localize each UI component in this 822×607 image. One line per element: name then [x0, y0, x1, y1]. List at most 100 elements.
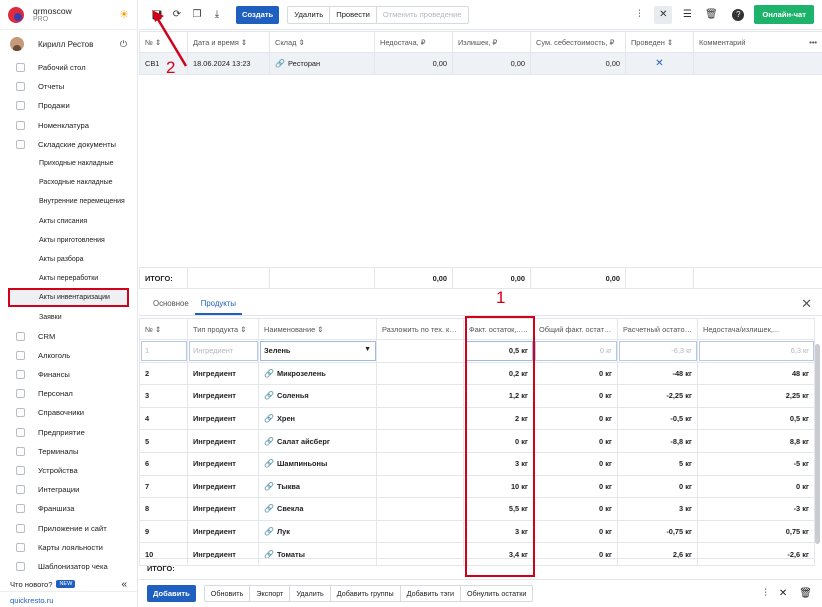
column-header[interactable]: Сум. себестоимость, ₽ [530, 31, 626, 53]
sidebar-item[interactable]: Номенклатура [0, 116, 137, 135]
column-header[interactable]: Общий факт. остаток... [533, 318, 618, 340]
sun-icon[interactable]: ☀ [119, 8, 129, 21]
chevron-down-icon[interactable]: ▼ [364, 346, 371, 353]
copy-icon[interactable]: ❐ [188, 6, 206, 24]
site-link[interactable]: quickresto.ru [0, 591, 137, 607]
sidebar-subitem[interactable]: Акты списания [0, 212, 137, 231]
sidebar-item[interactable]: Шаблонизатор чека [0, 557, 137, 576]
column-header[interactable]: Недостача/излишек,... [697, 318, 815, 340]
table-row[interactable]: СВ1 18.06.2024 13:23 🔗 Ресторан 0,00 0,00… [139, 52, 822, 75]
unpost-button[interactable]: Отменить проведение [377, 7, 468, 23]
product-name[interactable]: 🔗 Соленья [258, 384, 377, 408]
sidebar-item[interactable]: Финансы [0, 365, 137, 384]
sidebar-subitem[interactable]: Акты приготовления [0, 231, 137, 250]
close-icon[interactable]: ✕ [801, 296, 812, 312]
product-type: Ингредиент [187, 474, 259, 499]
create-button[interactable]: Создать [236, 5, 280, 24]
menu-icon [16, 408, 25, 418]
online-chat-button[interactable]: Онлайн-чат [754, 5, 814, 24]
column-header[interactable]: Проведен ⇕ [625, 31, 694, 53]
brand[interactable]: qrmoscow PRO ☀ [0, 0, 137, 30]
column-header[interactable]: Недостача, ₽ [374, 31, 453, 53]
sidebar-subitem[interactable]: Внутренние перемещения [0, 192, 137, 211]
sidebar-item[interactable]: Продажи [0, 96, 137, 115]
column-header[interactable]: Склад ⇕ [269, 31, 375, 53]
more-icon[interactable]: ••• [809, 38, 817, 47]
sidebar-item[interactable]: Отчеты [0, 77, 137, 96]
tab-products[interactable]: Продукты [194, 299, 242, 315]
column-header[interactable]: Расчетный остаток... [617, 318, 698, 340]
sidebar-item[interactable]: Приложение и сайт [0, 519, 137, 538]
product-name[interactable]: 🔗 Шампиньоны [258, 451, 377, 476]
filter-icon[interactable]: ⫶ [630, 6, 648, 24]
product-total-fact: 0 кг [533, 361, 618, 386]
sidebar-item[interactable]: Персонал [0, 384, 137, 403]
sidebar-subitem[interactable]: Акты инвентаризации [8, 288, 129, 308]
sidebar-item[interactable]: Рабочий стол [0, 58, 137, 77]
add-groups-button[interactable]: Добавить группы [331, 586, 401, 601]
product-name[interactable]: 🔗 Свекла [258, 497, 377, 521]
product-calc: -8,8 кг [617, 429, 698, 453]
sidebar-item[interactable]: Справочники [0, 403, 137, 422]
whats-new[interactable]: Что нового? NEW « [0, 577, 137, 591]
column-header[interactable]: Излишек, ₽ [452, 31, 531, 53]
product-name[interactable]: 🔗 Лук [258, 519, 377, 544]
product-number[interactable]: 1 [139, 339, 188, 363]
product-name[interactable]: 🔗 Хрен [258, 406, 377, 431]
tag-icon [16, 120, 25, 130]
trash-icon[interactable]: 🗑 [702, 6, 720, 24]
delete-button[interactable]: Удалить [288, 6, 331, 23]
totals-label: ИТОГО: [139, 267, 188, 289]
product-name[interactable]: 🔗 Салат айсберг [258, 429, 377, 453]
user-profile[interactable]: Кирилл Рестов ⏻ [0, 30, 137, 58]
product-type: Ингредиент [187, 361, 259, 386]
column-header[interactable]: Наименование ⇕ [258, 318, 377, 340]
column-header[interactable]: № ⇕ [139, 318, 188, 340]
tab-main[interactable]: Основное [147, 299, 195, 315]
sidebar-subitem[interactable]: Акты разбора [0, 250, 137, 269]
column-header[interactable]: Тип продукта ⇕ [187, 318, 259, 340]
sidebar-item[interactable]: Интеграции [0, 480, 137, 499]
add-tags-button[interactable]: Добавить тэги [401, 586, 461, 601]
post-button[interactable]: Провести [330, 6, 377, 23]
sidebar-subitem[interactable]: Акты переработки [0, 269, 137, 288]
product-total-fact: 0 кг [533, 429, 618, 453]
column-header[interactable]: Комментарий ••• [693, 31, 822, 53]
download-icon[interactable]: ⤓ [208, 6, 226, 24]
tools-icon[interactable]: ✕ [779, 588, 787, 599]
sidebar-subitem[interactable]: Расходные накладные [0, 173, 137, 192]
sidebar-subitem[interactable]: Приходные накладные [0, 154, 137, 173]
sidebar-item[interactable]: Франшиза [0, 499, 137, 518]
column-header[interactable]: Дата и время ⇕ [187, 31, 270, 53]
product-name-select[interactable]: Зелень ▼ [258, 339, 377, 363]
product-name[interactable]: 🔗 Тыква [258, 474, 377, 499]
scrollbar[interactable] [815, 344, 820, 544]
column-header[interactable]: Разложить по тех. карте [376, 318, 464, 340]
refresh-button[interactable]: Обновить [205, 586, 251, 601]
trash-icon[interactable]: 🗑 [799, 588, 812, 599]
product-name[interactable]: 🔗 Микрозелень [258, 361, 377, 386]
sidebar-item[interactable]: Складские документы [0, 135, 137, 154]
reset-stock-button[interactable]: Обнулить остатки [461, 586, 532, 601]
sidebar-item[interactable]: Алкоголь [0, 346, 137, 365]
filter-icon[interactable]: ⫶ [764, 588, 767, 599]
sidebar-item[interactable]: Карты лояльности [0, 538, 137, 557]
tools-icon[interactable]: ✕ [654, 5, 673, 24]
sidebar-item[interactable]: CRM [0, 327, 137, 346]
export-button[interactable]: Экспорт [250, 586, 291, 601]
add-button[interactable]: Добавить [147, 585, 196, 602]
help-icon[interactable]: ? [732, 8, 745, 21]
link-icon: 🔗 [264, 504, 274, 514]
sidebar-item[interactable]: Терминалы [0, 442, 137, 461]
sidebar-item[interactable]: Предприятие [0, 423, 137, 442]
menu-icon [16, 542, 25, 552]
delete-rows-button[interactable]: Удалить [290, 586, 331, 601]
list-icon[interactable]: ☰ [678, 6, 696, 24]
power-icon[interactable]: ⏻ [120, 39, 127, 50]
product-type[interactable]: Ингредиент [187, 339, 259, 363]
sidebar-item[interactable]: Устройства [0, 461, 137, 480]
sidebar-subitem[interactable]: Заявки [0, 307, 137, 326]
collapse-sidebar-icon[interactable]: « [121, 579, 127, 590]
link-icon: 🔗 [264, 481, 274, 491]
products-actions: Обновить Экспорт Удалить Добавить группы… [203, 585, 534, 602]
